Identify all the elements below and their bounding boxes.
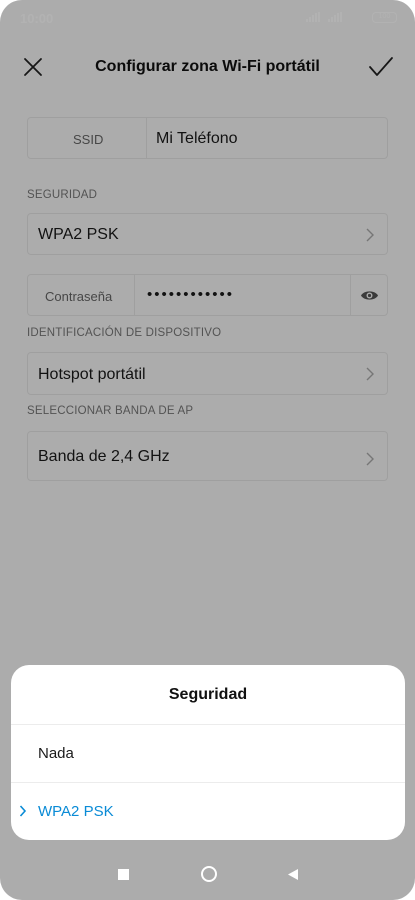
circle-icon [201, 866, 217, 882]
option-label: Nada [38, 745, 74, 762]
security-bottom-sheet: Seguridad Nada WPA2 PSK [11, 665, 405, 840]
back-button[interactable] [281, 862, 305, 886]
selected-chevron-icon [19, 805, 27, 817]
option-nada[interactable]: Nada [11, 725, 405, 782]
system-nav-bar [0, 848, 415, 900]
recents-button[interactable] [111, 862, 135, 886]
triangle-back-icon [288, 868, 298, 880]
square-icon [117, 868, 129, 880]
home-button[interactable] [197, 862, 221, 886]
option-wpa2-psk[interactable]: WPA2 PSK [11, 783, 405, 840]
option-label: WPA2 PSK [38, 803, 114, 820]
phone-screen: 10:00 100 Configurar zona Wi-Fi portátil… [0, 0, 415, 900]
sheet-title: Seguridad [168, 686, 248, 703]
